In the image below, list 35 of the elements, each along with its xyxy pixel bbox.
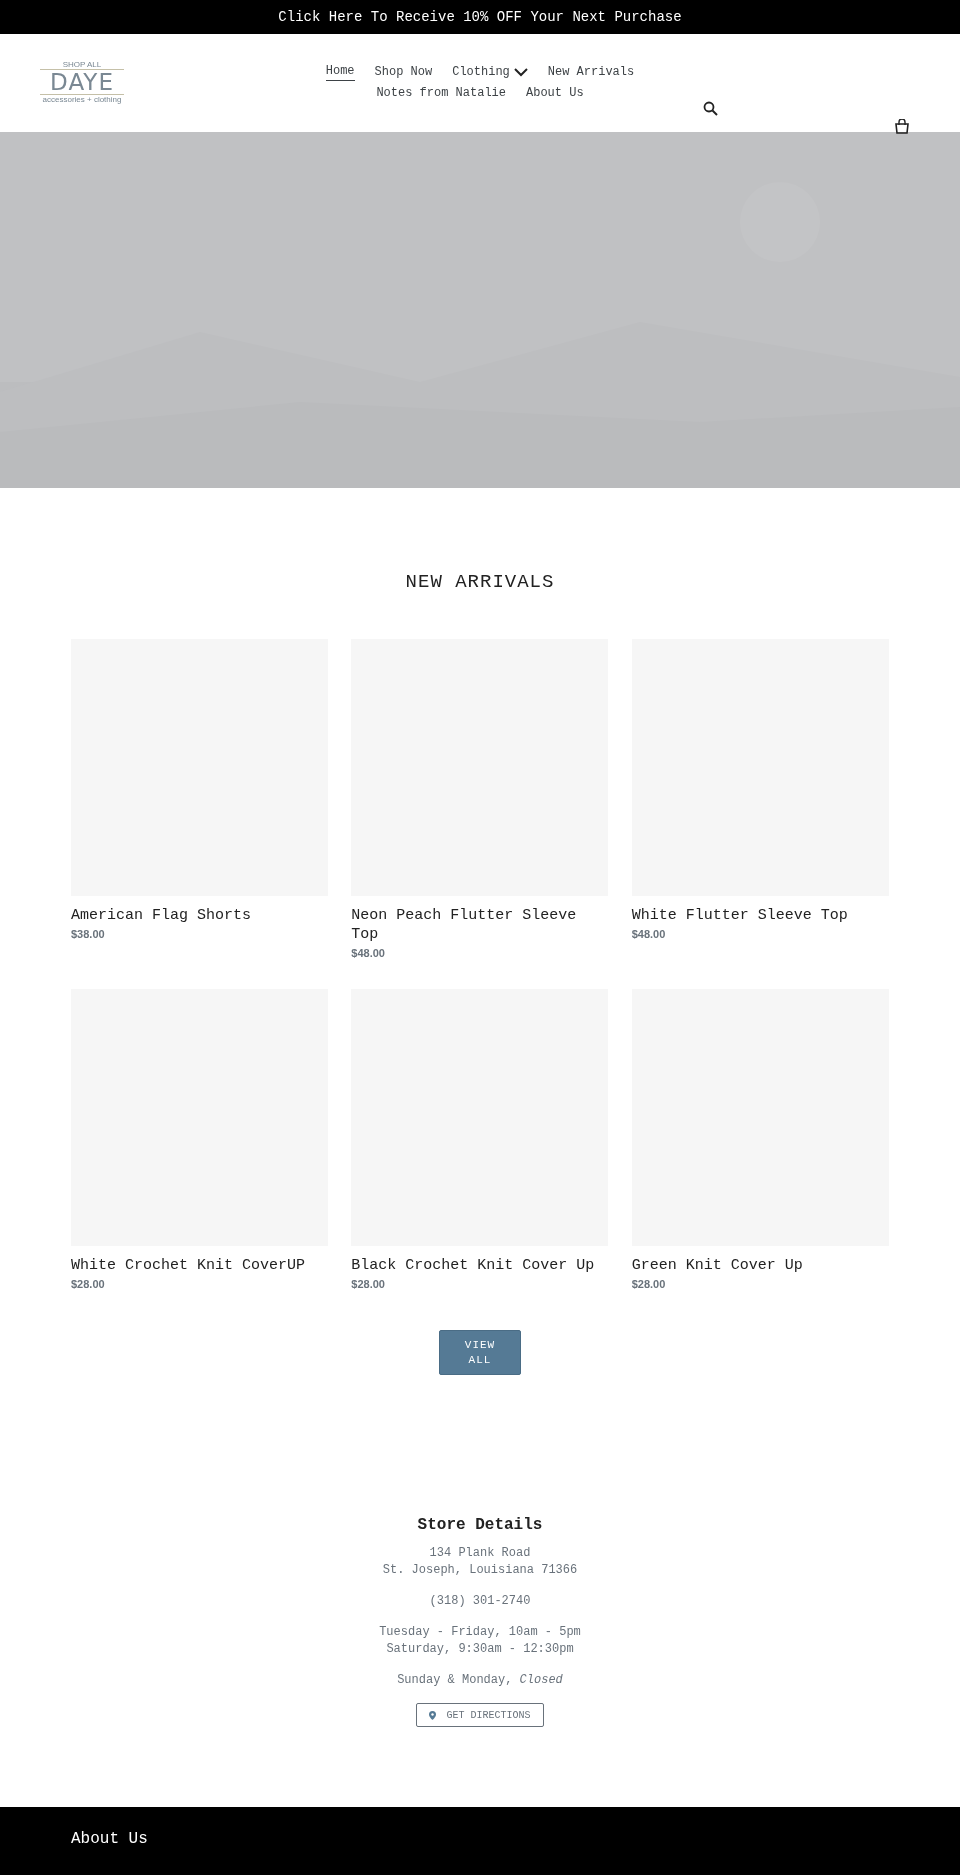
nav-link[interactable]: Shop Now xyxy=(374,63,433,81)
product-price: $38.00 xyxy=(71,927,106,942)
store-hours: Tuesday - Friday, 10am - 5pm Saturday, 9:30am - 12:30pm xyxy=(379,1624,581,1658)
store-title: Store Details xyxy=(417,1515,543,1535)
map-pin-icon xyxy=(429,1710,437,1720)
product-title[interactable]: American Flag Shorts xyxy=(71,906,329,925)
store-phone: (318) 301-2740 xyxy=(429,1593,531,1610)
product-title[interactable]: White Crochet Knit CoverUP xyxy=(71,1256,329,1275)
nav-link[interactable]: Clothing xyxy=(452,63,528,81)
logo-name: DAYE xyxy=(40,69,124,95)
nav-link[interactable]: New Arrivals xyxy=(547,63,635,81)
logo[interactable]: SHOP ALL DAYE accessories + clothing xyxy=(40,60,124,105)
product-title[interactable]: Black Crochet Knit Cover Up xyxy=(351,1256,609,1275)
logo-top: SHOP ALL xyxy=(62,60,102,69)
store-address: 134 Plank Road St. Joseph, Louisiana 71366 xyxy=(382,1545,578,1579)
product-price: $48.00 xyxy=(351,946,386,961)
store-closed: Sunday & Monday, Closed xyxy=(397,1672,563,1689)
logo-tagline: accessories + clothing xyxy=(42,95,122,105)
product-title[interactable]: White Flutter Sleeve Top xyxy=(631,906,889,925)
footer-title: About Us xyxy=(71,1829,149,1849)
product-price: $28.00 xyxy=(351,1277,386,1292)
nav-link[interactable]: Notes from Natalie xyxy=(376,85,506,102)
product-title[interactable]: Neon Peach Flutter Sleeve Top xyxy=(351,906,609,944)
search-icon[interactable] xyxy=(703,101,719,117)
product-price: $28.00 xyxy=(71,1277,106,1292)
product-title[interactable]: Green Knit Cover Up xyxy=(631,1256,889,1275)
announcement-bar[interactable]: Click Here To Receive 10% OFF Your Next Purchase xyxy=(0,0,960,34)
directions-button[interactable]: GET DIRECTIONS xyxy=(416,1703,544,1727)
nav-link[interactable]: Home xyxy=(325,63,355,81)
nav-link[interactable]: About Us xyxy=(526,85,584,102)
cart-icon[interactable] xyxy=(895,119,909,134)
section-title: NEW ARRIVALS xyxy=(404,570,556,594)
view-all-button[interactable]: VIEW ALL xyxy=(439,1330,521,1375)
product-price: $28.00 xyxy=(631,1277,667,1292)
product-price: $48.00 xyxy=(631,927,667,942)
